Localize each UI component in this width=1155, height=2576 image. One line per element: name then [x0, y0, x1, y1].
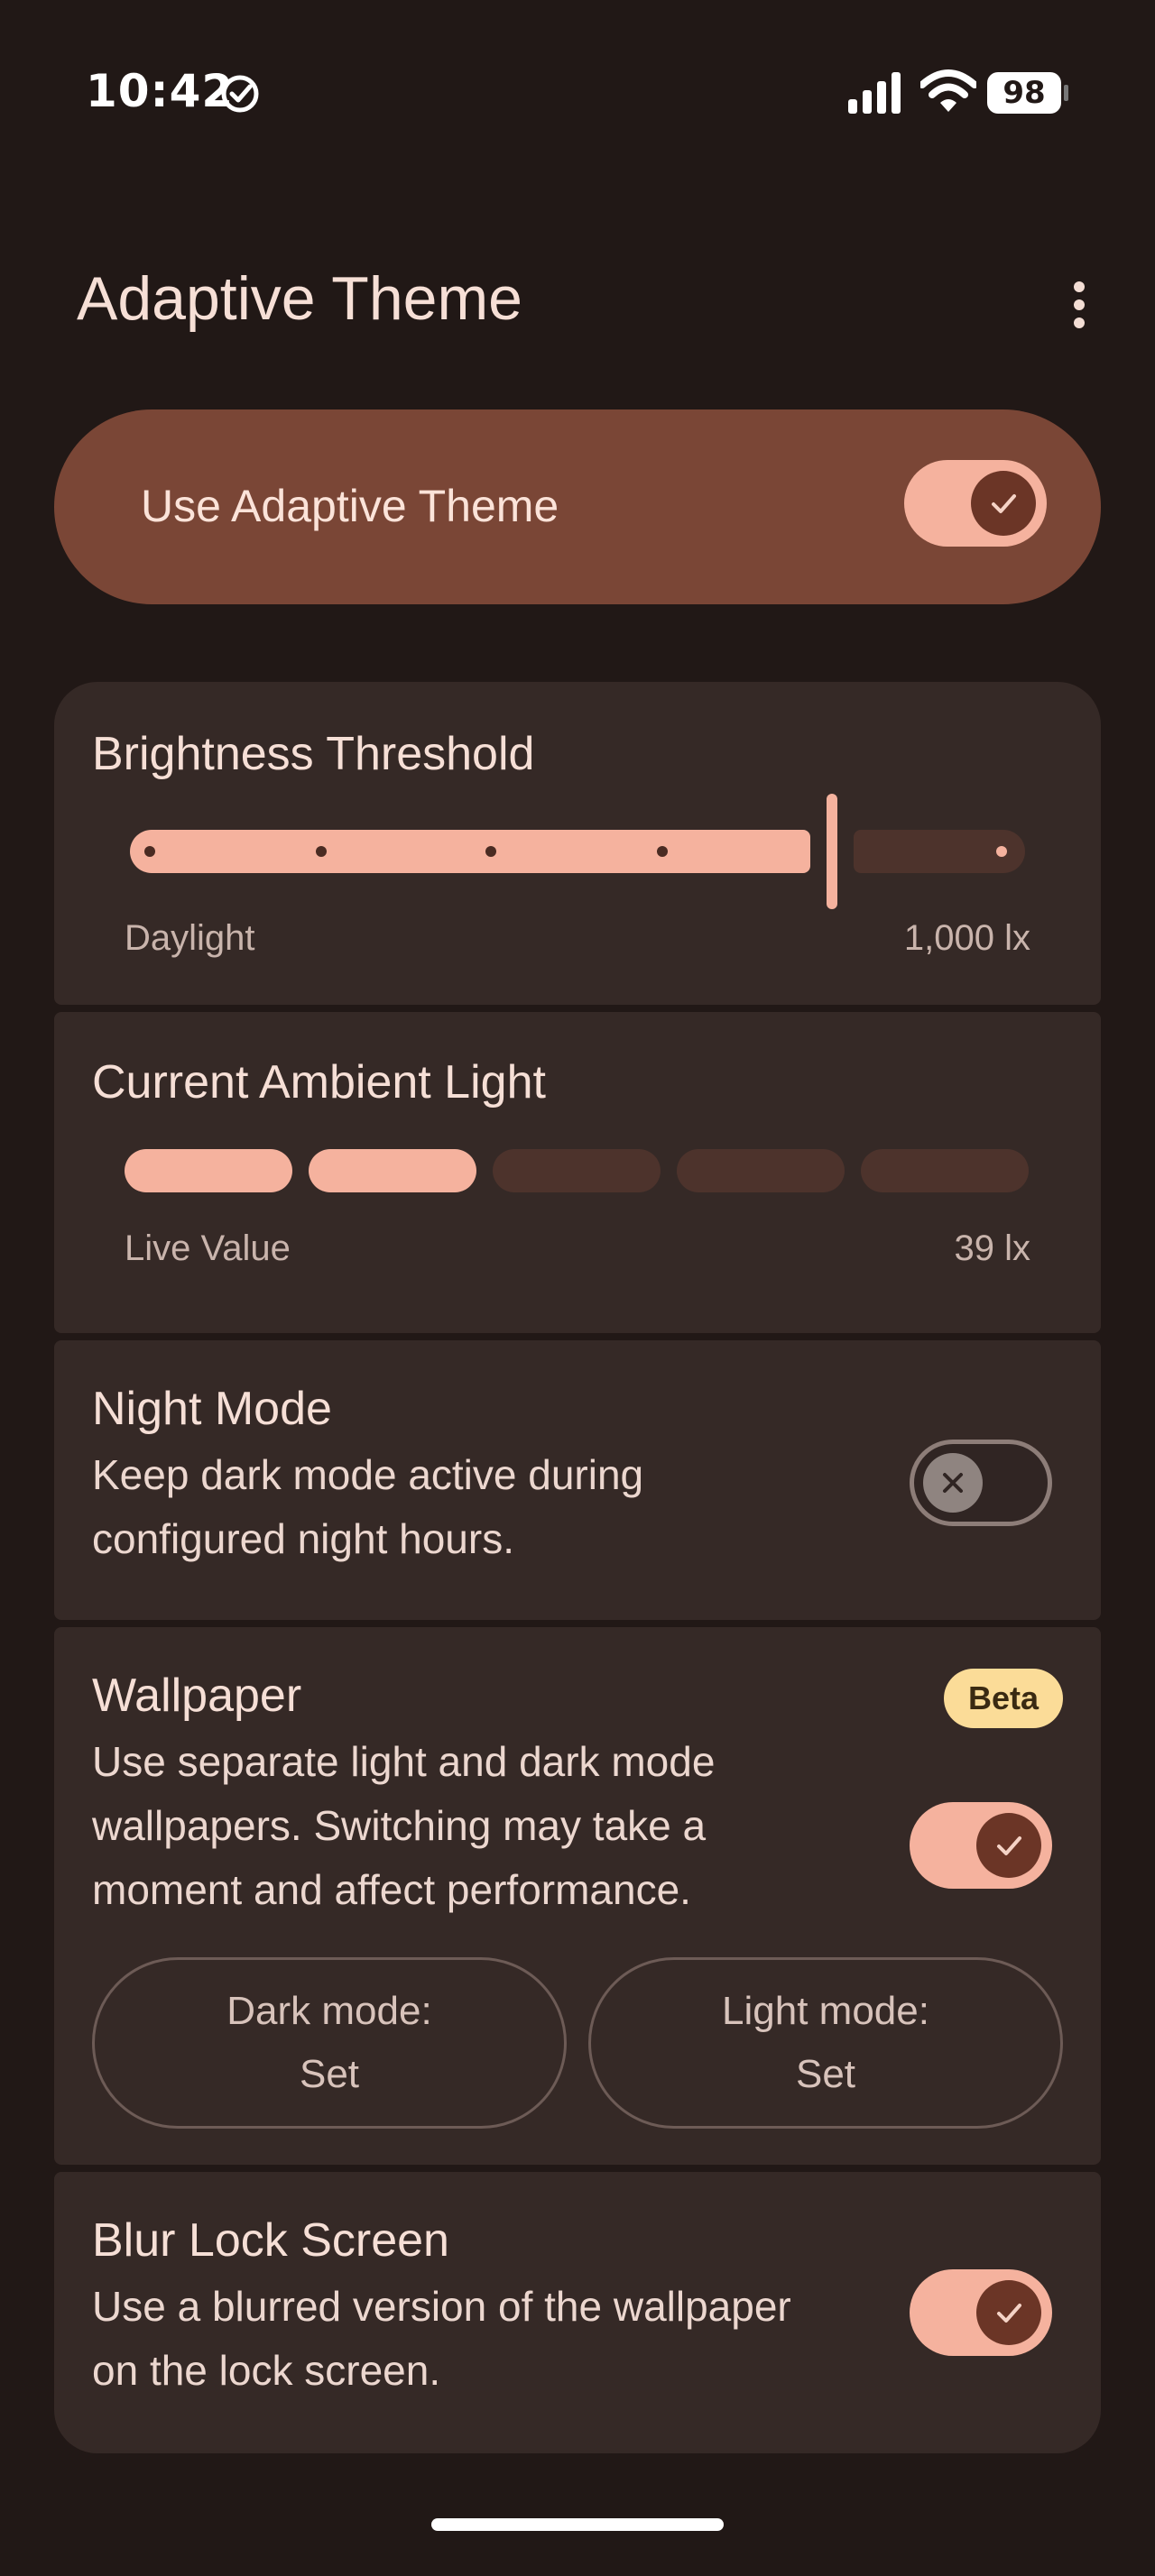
ambient-min-label: Live Value [125, 1228, 291, 1268]
brightness-min-label: Daylight [125, 918, 255, 958]
night-mode-card[interactable]: Night Mode Keep dark mode active during … [54, 1340, 1101, 1620]
night-mode-title: Night Mode [92, 1383, 332, 1435]
blur-lock-screen-title: Blur Lock Screen [92, 2214, 449, 2267]
ambient-segment [125, 1149, 292, 1192]
ambient-segment [677, 1149, 845, 1192]
ambient-segment [309, 1149, 476, 1192]
switch-thumb [976, 2280, 1041, 2345]
status-bar: 10:42 98 [0, 0, 1155, 186]
close-icon [943, 1473, 963, 1493]
night-mode-description-line: configured night hours. [92, 1515, 514, 1562]
brightness-value-label: 1,000 lx [903, 918, 1030, 958]
home-indicator[interactable] [431, 2518, 724, 2531]
status-time: 10:42 [86, 65, 235, 117]
check-icon [992, 494, 1016, 513]
wallpaper-description-line: wallpapers. Switching may take a [92, 1802, 707, 1849]
signal-icon [848, 72, 901, 114]
wifi-icon [920, 69, 976, 112]
blur-lock-screen-switch[interactable] [910, 2269, 1052, 2356]
brightness-threshold-card: Brightness Threshold Daylight 1,000 lx [54, 682, 1101, 1005]
ambient-light-card: Current Ambient Light Live Value 39 lx [54, 1012, 1101, 1333]
light-mode-button-value: Set [795, 2052, 856, 2096]
use-adaptive-theme-label: Use Adaptive Theme [141, 481, 559, 531]
battery-level: 98 [987, 72, 1061, 114]
ambient-segment [493, 1149, 661, 1192]
blur-lock-description-line: on the lock screen. [92, 2347, 441, 2394]
wallpaper-card: Wallpaper Beta Use separate light and da… [54, 1627, 1101, 2165]
check-circle-icon [221, 75, 259, 113]
blur-lock-description-line: Use a blurred version of the wallpaper [92, 2283, 791, 2330]
ambient-value-label: 39 lx [954, 1228, 1031, 1268]
check-icon [997, 2304, 1021, 2323]
use-adaptive-theme-switch[interactable] [904, 460, 1047, 547]
slider-tick [316, 846, 327, 857]
ambient-light-title: Current Ambient Light [92, 1056, 546, 1109]
wallpaper-description: Use separate light and dark mode wallpap… [92, 1730, 715, 1922]
brightness-slider-handle[interactable] [827, 794, 837, 909]
switch-thumb [976, 1813, 1041, 1878]
blur-lock-screen-description: Use a blurred version of the wallpaper o… [92, 2275, 791, 2403]
slider-tick [996, 846, 1007, 857]
brightness-threshold-title: Brightness Threshold [92, 728, 535, 780]
use-adaptive-theme-row[interactable]: Use Adaptive Theme [54, 409, 1101, 604]
ambient-segment [861, 1149, 1029, 1192]
slider-tick [485, 846, 496, 857]
slider-tick [657, 846, 668, 857]
wallpaper-description-line: Use separate light and dark mode [92, 1738, 716, 1785]
blur-lock-screen-card[interactable]: Blur Lock Screen Use a blurred version o… [54, 2172, 1101, 2453]
wallpaper-title: Wallpaper [92, 1670, 302, 1722]
night-mode-switch[interactable] [910, 1440, 1052, 1526]
switch-thumb [971, 471, 1036, 536]
wallpaper-description-line: moment and affect performance. [92, 1866, 691, 1913]
light-mode-wallpaper-button[interactable]: Light mode: Set [588, 1957, 1063, 2129]
night-mode-description: Keep dark mode active during configured … [92, 1443, 643, 1571]
page-title: Adaptive Theme [77, 264, 522, 333]
switch-thumb [923, 1453, 983, 1513]
battery-icon: 98 [987, 72, 1068, 114]
battery-tip [1064, 85, 1068, 101]
more-vert-icon[interactable] [1061, 278, 1097, 332]
brightness-slider-active-track[interactable] [130, 830, 810, 873]
dark-mode-button-value: Set [299, 2052, 360, 2096]
light-mode-button-label: Light mode: [722, 1989, 929, 2033]
beta-badge: Beta [944, 1669, 1063, 1728]
wallpaper-switch[interactable] [910, 1802, 1052, 1889]
slider-tick [144, 846, 155, 857]
dark-mode-button-label: Dark mode: [226, 1989, 432, 2033]
dark-mode-wallpaper-button[interactable]: Dark mode: Set [92, 1957, 567, 2129]
night-mode-description-line: Keep dark mode active during [92, 1451, 644, 1498]
check-icon [997, 1836, 1021, 1855]
